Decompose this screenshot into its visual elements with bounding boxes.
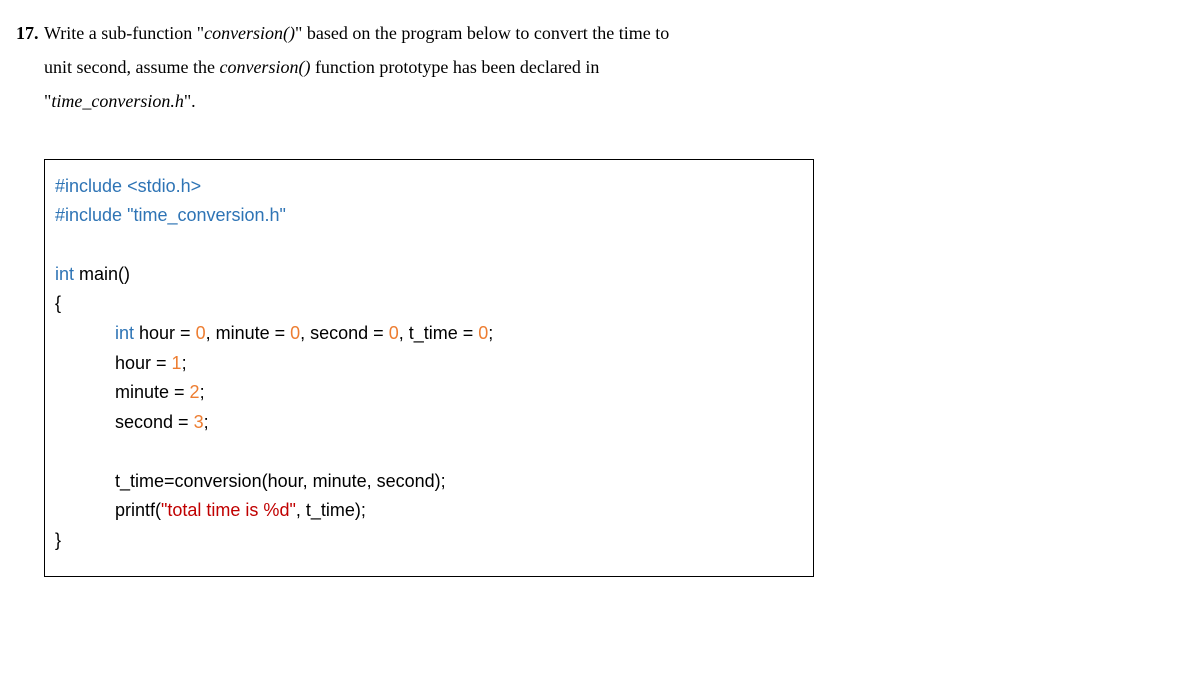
code-blank-2: [55, 438, 803, 467]
l8-a: second =: [115, 412, 194, 432]
q-text-3b: ".: [184, 91, 196, 111]
l9: t_time=conversion(hour, minute, second);: [115, 471, 446, 491]
code-line-2: #include "time_conversion.h": [55, 201, 803, 231]
l10-s: "total time is %d": [161, 500, 296, 520]
main-decl: main(): [74, 264, 130, 284]
code-line-7: minute = 2;: [115, 378, 803, 408]
l10-a: printf(: [115, 500, 161, 520]
type-int-2: int: [115, 323, 134, 343]
l5-n3: 0: [389, 323, 399, 343]
l8-b: ;: [204, 412, 209, 432]
l10-b: , t_time);: [296, 500, 366, 520]
l5-c: , minute =: [206, 323, 291, 343]
code-line-8: second = 3;: [115, 408, 803, 438]
code-blank-1: [55, 231, 803, 260]
question-number: 17.: [16, 16, 44, 50]
l5-e: , t_time =: [399, 323, 479, 343]
q-text-1b: " based on the program below to convert …: [295, 23, 669, 43]
l8-n: 3: [194, 412, 204, 432]
code-line-1: #include <stdio.h>: [55, 172, 803, 202]
brace-open: {: [55, 293, 61, 313]
l7-a: minute =: [115, 382, 190, 402]
l6-n: 1: [172, 353, 182, 373]
l5-n1: 0: [196, 323, 206, 343]
code-line-4: {: [55, 289, 803, 319]
include-file-2: "time_conversion.h": [127, 205, 286, 225]
l5-f: ;: [488, 323, 493, 343]
l5-d: , second =: [300, 323, 389, 343]
code-line-11: }: [55, 526, 803, 556]
l7-b: ;: [200, 382, 205, 402]
include-file-1: <stdio.h>: [127, 176, 201, 196]
code-line-10: printf("total time is %d", t_time);: [115, 496, 803, 526]
code-box: #include <stdio.h> #include "time_conver…: [44, 159, 814, 577]
q-text-2a: unit second, assume the: [44, 57, 219, 77]
brace-close: }: [55, 530, 61, 550]
l5-n2: 0: [290, 323, 300, 343]
l6-a: hour =: [115, 353, 172, 373]
l5-b: hour =: [134, 323, 196, 343]
code-line-9: t_time=conversion(hour, minute, second);: [115, 467, 803, 497]
question-block: 17. Write a sub-function "conversion()" …: [16, 16, 1194, 119]
include-kw-2: #include: [55, 205, 127, 225]
q-italic-2: conversion(): [219, 57, 310, 77]
q-text-1a: Write a sub-function ": [44, 23, 204, 43]
l5-n4: 0: [478, 323, 488, 343]
code-line-6: hour = 1;: [115, 349, 803, 379]
q-italic-1: conversion(): [204, 23, 295, 43]
question-text-line-1: Write a sub-function "conversion()" base…: [44, 16, 1194, 50]
l7-n: 2: [190, 382, 200, 402]
question-text-line-2: unit second, assume the conversion() fun…: [44, 50, 1096, 84]
q-text-2b: function prototype has been declared in: [310, 57, 599, 77]
question-text-line-3: "time_conversion.h".: [44, 84, 1096, 118]
q-italic-3: time_conversion.h: [51, 91, 183, 111]
code-line-3: int main(): [55, 260, 803, 290]
include-kw-1: #include: [55, 176, 127, 196]
question-line-1: 17. Write a sub-function "conversion()" …: [16, 16, 1194, 50]
l6-b: ;: [182, 353, 187, 373]
type-int-1: int: [55, 264, 74, 284]
code-line-5: int hour = 0, minute = 0, second = 0, t_…: [115, 319, 803, 349]
